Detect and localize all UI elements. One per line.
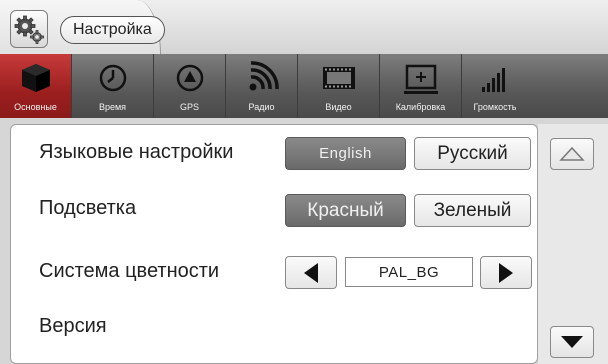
version-label: Версия [39, 315, 107, 337]
tab-radio[interactable]: Радио [226, 54, 298, 118]
tab-label: Время [98, 102, 127, 112]
tab-label: Громкость [473, 102, 517, 112]
scroll-down-button[interactable] [550, 326, 594, 358]
settings-panel: Языковые настройки English Русский Подсв… [10, 124, 538, 364]
gears-icon [14, 15, 44, 44]
triangle-up-icon [559, 146, 585, 161]
tab-volume[interactable]: Громкость [462, 54, 528, 118]
tab-calibration[interactable]: Калибровка [380, 54, 462, 118]
tab-label: Калибровка [395, 102, 446, 112]
scroll-column [538, 124, 608, 364]
header-title-tab: Настройка [0, 0, 165, 54]
settings-gear-button[interactable] [10, 10, 48, 48]
language-english-button[interactable]: English [285, 137, 406, 170]
tab-video[interactable]: Видео [298, 54, 380, 118]
tab-label: Видео [325, 102, 352, 112]
arrow-left-icon [304, 262, 318, 283]
tab-label: Основные [14, 102, 57, 112]
tab-label: GPS [179, 102, 199, 112]
scroll-up-button[interactable] [550, 138, 594, 170]
color-system-label: Система цветности [39, 260, 220, 282]
language-label: Языковые настройки [39, 141, 234, 163]
cube-icon [21, 64, 50, 92]
header-bar: Настройка [0, 0, 608, 54]
gps-icon [176, 64, 203, 92]
color-system-prev-button[interactable] [285, 256, 337, 289]
backlight-green-button[interactable]: Зеленый [414, 194, 531, 227]
backlight-label: Подсветка [39, 197, 137, 219]
tab-label: Радио [248, 102, 275, 112]
calibration-icon [403, 64, 438, 94]
arrow-right-icon [499, 262, 513, 283]
tab-time[interactable]: Время [72, 54, 154, 118]
clock-icon [99, 64, 126, 92]
radio-signal-icon [249, 61, 279, 91]
backlight-red-button[interactable]: Красный [285, 194, 406, 227]
category-tab-bar: Основные Время GPS Радио Видео Калибровк… [0, 54, 608, 118]
tab-gps[interactable]: GPS [154, 54, 226, 118]
volume-bars-icon [482, 68, 505, 92]
page-title: Настройка [60, 16, 165, 44]
color-system-next-button[interactable] [480, 256, 532, 289]
color-system-value: PAL_BG [345, 257, 473, 287]
film-icon [322, 67, 355, 89]
language-russian-button[interactable]: Русский [414, 137, 531, 170]
triangle-down-icon [561, 336, 583, 348]
tab-main[interactable]: Основные [0, 54, 72, 118]
